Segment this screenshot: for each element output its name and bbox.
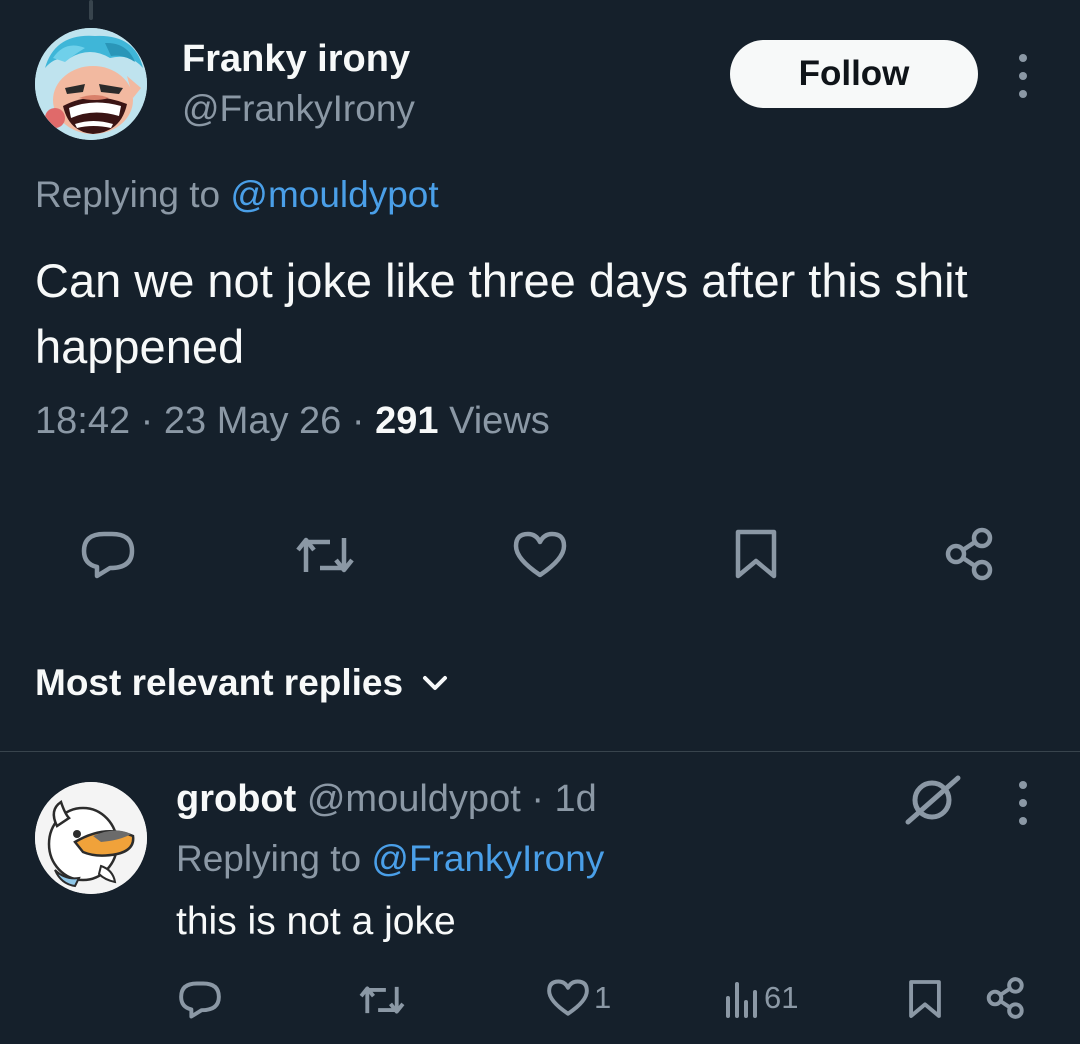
meta-separator: · — [531, 778, 555, 820]
reply-reply-icon[interactable] — [178, 980, 222, 1020]
tweet-text: Can we not joke like three days after th… — [35, 254, 968, 373]
tweet-time[interactable]: 18:42 — [35, 400, 130, 442]
reply-more-options-icon[interactable] — [1013, 781, 1033, 825]
tweet-date[interactable]: 23 May 26 — [164, 400, 341, 442]
reply-author-avatar[interactable] — [35, 782, 147, 894]
author-name[interactable]: Franky irony — [182, 38, 410, 81]
tweet-action-bar — [0, 522, 1080, 586]
reply-author-avatar-image — [35, 782, 147, 894]
replying-to-handle-link[interactable]: @mouldypot — [230, 174, 438, 215]
author-avatar-image — [35, 28, 147, 140]
reply-views-icon — [726, 982, 757, 1018]
more-options-icon[interactable] — [1013, 54, 1033, 98]
share-icon[interactable] — [942, 526, 998, 582]
meta-separator: · — [140, 400, 164, 442]
reply-icon[interactable] — [80, 530, 136, 580]
replying-to-label: Replying to — [35, 174, 231, 215]
reply-action-bar: 1 61 — [0, 974, 1080, 1026]
views-count: 291 — [375, 400, 439, 442]
reply-retweet-icon[interactable] — [358, 982, 406, 1018]
reply-replying-to-line: Replying to @FrankyIrony — [176, 838, 604, 880]
retweet-icon[interactable] — [294, 532, 356, 578]
reply-like-button[interactable]: 1 — [546, 978, 611, 1018]
reply-like-count: 1 — [594, 980, 612, 1015]
reply-replying-to-label: Replying to — [176, 838, 372, 879]
grok-icon[interactable] — [902, 774, 962, 831]
like-icon[interactable] — [512, 530, 568, 580]
reply-author-name[interactable]: grobot — [176, 778, 296, 820]
tweet-meta: 18:42 · 23 May 26 · 291 Views — [35, 400, 550, 443]
reply-header: grobot @mouldypot · 1d — [176, 778, 597, 821]
reply-age[interactable]: 1d — [555, 778, 597, 820]
reply-like-icon — [547, 979, 589, 1016]
bookmark-icon[interactable] — [734, 528, 778, 580]
sort-replies-label: Most relevant replies — [35, 662, 404, 703]
chevron-down-icon — [423, 676, 448, 690]
reply-text: this is not a joke — [176, 900, 456, 943]
reply-bookmark-icon[interactable] — [908, 978, 942, 1020]
reply-views-button[interactable]: 61 — [724, 978, 798, 1018]
reply-replying-to-handle-link[interactable]: @FrankyIrony — [371, 838, 604, 879]
author-handle[interactable]: @FrankyIrony — [182, 88, 415, 130]
follow-button[interactable]: Follow — [730, 40, 978, 108]
replying-to-line: Replying to @mouldypot — [35, 174, 439, 216]
views-label: Views — [449, 400, 550, 442]
section-divider — [0, 751, 1080, 752]
reply-views-count: 61 — [764, 980, 799, 1015]
sort-replies-dropdown[interactable]: Most relevant replies — [35, 662, 449, 704]
thread-connector-line — [89, 0, 93, 20]
meta-separator: · — [351, 400, 376, 442]
reply-author-handle[interactable]: @mouldypot — [307, 778, 521, 820]
author-avatar[interactable] — [35, 28, 147, 140]
reply-share-icon[interactable] — [984, 976, 1028, 1020]
